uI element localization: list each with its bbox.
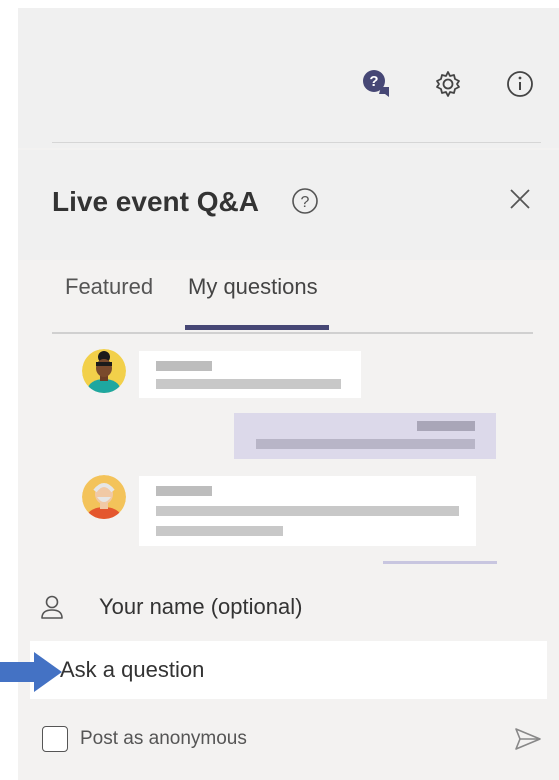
anonymous-checkbox[interactable] xyxy=(42,726,68,752)
avatar xyxy=(82,475,126,519)
ask-question-input[interactable] xyxy=(30,641,547,699)
question-bubble xyxy=(139,476,476,546)
info-icon[interactable] xyxy=(499,63,541,105)
toolbar-divider xyxy=(52,142,541,143)
svg-text:?: ? xyxy=(301,194,310,211)
qa-panel: ? Live event Q&A ? Featured My questions… xyxy=(18,8,559,780)
text-placeholder xyxy=(156,506,459,516)
tab-divider xyxy=(52,332,533,334)
text-placeholder xyxy=(156,486,212,496)
help-icon[interactable]: ? xyxy=(290,186,320,221)
qa-chat-icon[interactable]: ? xyxy=(355,63,397,105)
question-bubble xyxy=(139,351,361,398)
page-title: Live event Q&A xyxy=(52,186,259,217)
text-placeholder xyxy=(156,379,341,389)
gear-icon[interactable] xyxy=(427,63,469,105)
tab-featured[interactable]: Featured xyxy=(65,274,153,300)
qa-header: Live event Q&A ? xyxy=(18,150,559,260)
my-question-bubble xyxy=(234,413,496,459)
selected-tab-indicator xyxy=(185,325,329,330)
text-placeholder xyxy=(156,526,283,536)
pointer-arrow-icon xyxy=(0,652,62,697)
tab-my-questions[interactable]: My questions xyxy=(188,274,318,300)
scroll-indicator xyxy=(383,561,497,564)
top-toolbar: ? xyxy=(18,8,559,148)
tab-bar: Featured My questions xyxy=(18,260,559,342)
avatar xyxy=(82,349,126,393)
text-placeholder xyxy=(256,439,475,449)
toolbar-icons: ? xyxy=(355,63,541,105)
text-placeholder xyxy=(417,421,475,431)
anonymous-label[interactable]: Post as anonymous xyxy=(80,728,247,750)
person-icon xyxy=(40,594,64,625)
send-icon[interactable] xyxy=(513,726,543,757)
name-field-row[interactable]: Your name (optional) xyxy=(18,588,559,634)
question-feed[interactable] xyxy=(18,343,559,573)
text-placeholder xyxy=(156,361,212,371)
close-icon[interactable] xyxy=(507,186,533,217)
svg-text:?: ? xyxy=(369,73,378,90)
footer-row: Post as anonymous xyxy=(18,722,559,762)
name-field[interactable]: Your name (optional) xyxy=(99,594,302,620)
